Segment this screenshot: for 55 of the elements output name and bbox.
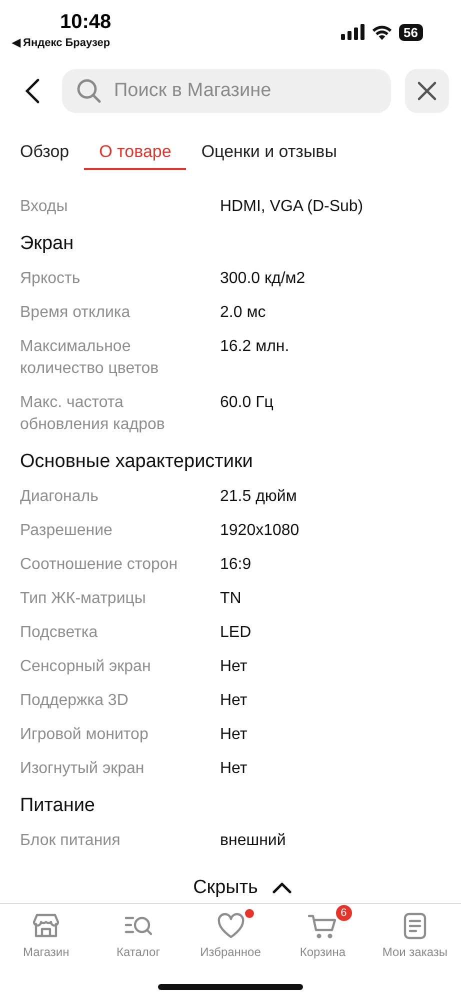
- spec-value: 21.5 дюйм: [220, 487, 297, 507]
- spec-label: Сенсорный экран: [20, 657, 152, 677]
- heart-icon: [216, 911, 246, 941]
- nav-tab[interactable]: Избранное: [184, 904, 277, 970]
- spec-label: Максимальное количество цветов: [20, 337, 160, 379]
- spec-value: 1920x1080: [220, 521, 300, 541]
- battery-level: 56: [398, 24, 423, 40]
- spec-label: Время отклика: [20, 303, 132, 323]
- spec-value: 16.2 млн.: [220, 337, 290, 357]
- nav-tab[interactable]: Магазин: [0, 904, 92, 970]
- spec-value: Нет: [220, 657, 248, 677]
- section-heading: Питание: [20, 794, 96, 818]
- spec-label: Изогнутый экран: [20, 759, 146, 779]
- nav-tab[interactable]: Мои заказы: [368, 904, 461, 970]
- spec-label: Макс. частота обновления кадров: [20, 393, 166, 435]
- count-badge: 6: [336, 905, 352, 921]
- spec-label: Яркость: [20, 269, 82, 289]
- spec-value: Нет: [220, 725, 248, 745]
- tab[interactable]: Оценки и отзывы: [186, 134, 352, 170]
- collapse-button[interactable]: Скрыть: [163, 875, 298, 899]
- signal-icon: [340, 24, 365, 40]
- search-field[interactable]: Поиск в Магазине: [62, 69, 391, 113]
- spec-label: Диагональ: [20, 487, 100, 507]
- nav-tab[interactable]: 6 Корзина: [276, 904, 369, 970]
- spec-value: LED: [220, 623, 252, 643]
- tab[interactable]: О товаре: [84, 134, 186, 170]
- spec-label: Игровой монитор: [20, 725, 150, 745]
- spec-value: 16:9: [220, 555, 252, 575]
- spec-value: 60.0 Гц: [220, 393, 274, 413]
- chevron-up-icon: [272, 882, 292, 894]
- status-time: 10:48: [60, 10, 112, 34]
- spec-label: Входы: [20, 197, 69, 217]
- tab[interactable]: Обзор: [5, 134, 84, 170]
- spec-value: HDMI, VGA (D-Sub): [220, 197, 364, 217]
- spec-value: TN: [220, 589, 242, 609]
- back-to-app-link[interactable]: ◀ Яндекс Браузер: [12, 36, 110, 49]
- wifi-icon: [370, 24, 393, 40]
- spec-value: Нет: [220, 759, 248, 779]
- spec-label: Тип ЖК-матрицы: [20, 589, 147, 609]
- section-heading: Экран: [20, 232, 75, 256]
- spec-label: Подсветка: [20, 623, 99, 643]
- spec-label: Поддержка 3D: [20, 691, 130, 711]
- close-icon: [417, 81, 437, 101]
- spec-label: Соотношение сторон: [20, 555, 179, 575]
- spec-label: Блок питания: [20, 831, 122, 851]
- search-icon: [76, 78, 102, 104]
- close-button[interactable]: [405, 69, 449, 113]
- spec-label: Разрешение: [20, 521, 114, 541]
- nav-tab[interactable]: Каталог: [92, 904, 184, 970]
- back-icon[interactable]: [24, 78, 40, 104]
- spec-value: Нет: [220, 691, 248, 711]
- spec-value: 300.0 кд/м2: [220, 269, 306, 289]
- section-heading: Основные характеристики: [20, 450, 254, 474]
- spec-value: 2.0 мс: [220, 303, 266, 323]
- spec-value: внешний: [220, 831, 286, 851]
